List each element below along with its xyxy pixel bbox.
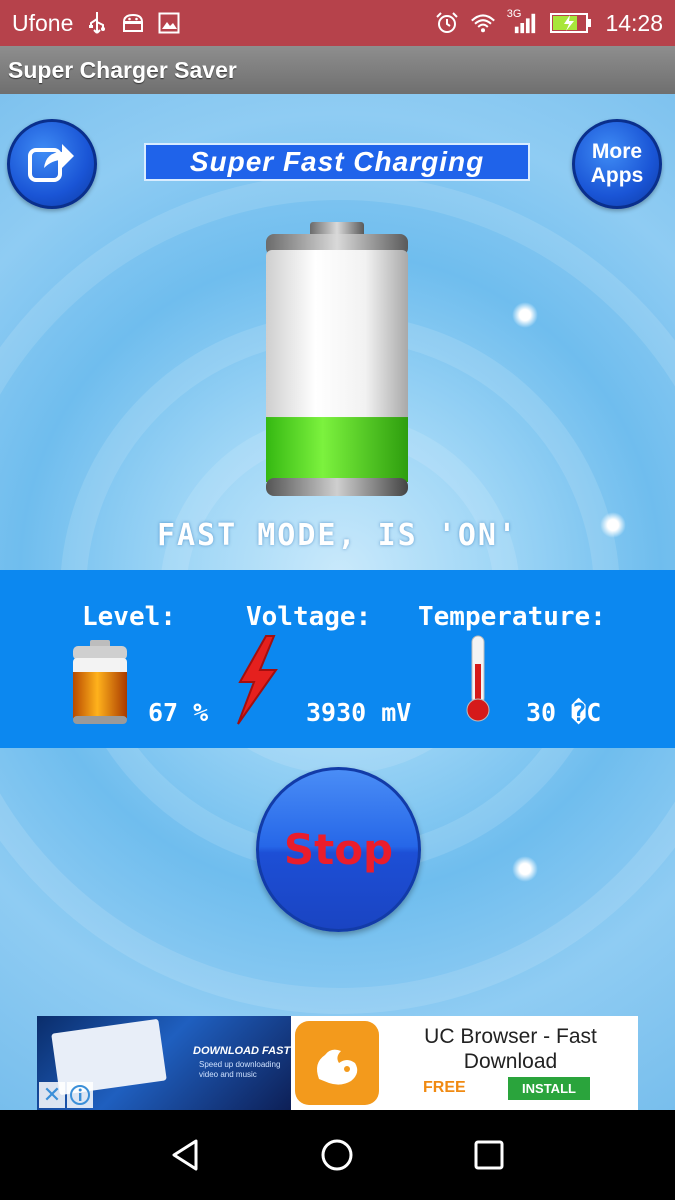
alarm-icon: [435, 11, 459, 35]
share-button[interactable]: [7, 119, 97, 209]
lightning-icon: [232, 634, 280, 731]
wifi-icon: [470, 11, 495, 35]
main-area: Super Fast Charging More Apps FAST MODE,…: [0, 94, 675, 1110]
status-left: Ufone: [12, 10, 181, 37]
voltage-label: Voltage:: [246, 602, 372, 632]
background-glow: [512, 302, 538, 328]
network-type: 3G: [506, 8, 522, 20]
battery-icon: [266, 222, 408, 496]
uc-browser-logo: [291, 1016, 383, 1110]
super-fast-charging-banner: Super Fast Charging: [144, 143, 530, 181]
recents-icon[interactable]: [465, 1131, 513, 1179]
clock: 14:28: [605, 9, 663, 36]
system-nav-bar: [0, 1110, 675, 1200]
status-right: 3G 14:28: [435, 8, 663, 37]
battery-charge-fill: [266, 417, 408, 482]
fast-mode-status: FAST MODE, IS 'ON': [156, 518, 519, 553]
voltage-value: 3930 mV: [306, 698, 412, 727]
image-icon: [157, 11, 181, 35]
usb-icon: [85, 11, 109, 35]
more-apps-button[interactable]: More Apps: [572, 119, 662, 209]
app-title: Super Charger Saver: [8, 56, 237, 83]
battery-level-icon: [70, 638, 130, 731]
android-debug-icon: [121, 11, 145, 35]
temperature-value: 30 �C: [526, 698, 602, 727]
thermometer-icon: [464, 634, 492, 729]
temperature-label: Temperature:: [418, 602, 606, 632]
battery-info-panel: Level: Voltage: Temperature: 67 % 3930 m…: [0, 570, 675, 748]
ad-image-subtext: Speed up downloading video and music: [199, 1060, 281, 1079]
app-title-bar: Super Charger Saver: [0, 46, 675, 94]
banner-text: Super Fast Charging: [189, 146, 485, 177]
ad-image-headline: DOWNLOAD FAST: [193, 1045, 291, 1057]
ad-free-label: FREE: [423, 1079, 466, 1096]
stop-label: Stop: [283, 825, 394, 874]
level-label: Level:: [82, 602, 176, 632]
more-apps-label: More Apps: [590, 140, 644, 187]
carrier-name: Ufone: [12, 9, 74, 36]
back-icon[interactable]: [162, 1131, 210, 1179]
info-icon[interactable]: [67, 1082, 93, 1108]
close-icon[interactable]: ✕: [39, 1082, 65, 1108]
battery-charging-icon: [549, 11, 593, 35]
ad-title: UC Browser - Fast Download: [424, 1025, 597, 1073]
background-glow: [512, 856, 538, 882]
ad-banner[interactable]: DOWNLOAD FAST Speed up downloading video…: [37, 1016, 638, 1110]
stop-button[interactable]: Stop: [256, 767, 421, 932]
share-icon: [26, 140, 78, 189]
status-bar: Ufone 3G 14:28: [0, 0, 675, 46]
home-icon[interactable]: [313, 1131, 361, 1179]
level-value: 67 %: [148, 698, 209, 727]
ad-install-button[interactable]: INSTALL: [508, 1077, 590, 1100]
